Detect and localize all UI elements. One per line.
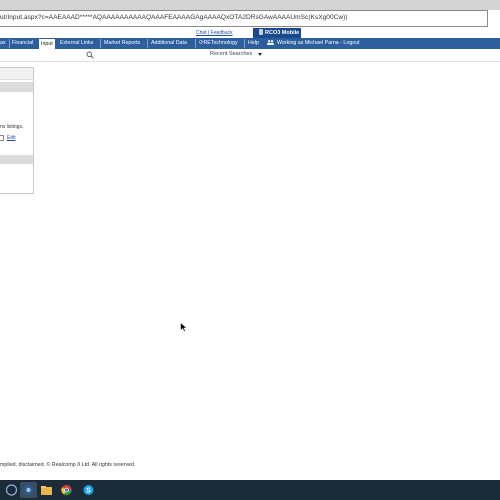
nav-retechnology-label: RETechnology [203, 40, 238, 46]
chrome-icon[interactable] [58, 482, 75, 498]
phone-icon [259, 29, 263, 35]
nav-divider [100, 39, 101, 48]
user-area[interactable]: Working as Michael Parna - Logout [267, 38, 360, 49]
nav-divider [195, 39, 196, 48]
nav-market-reports[interactable]: Market Reports [104, 38, 140, 49]
footer-copyright: mplied, disclaimed. © Realcomp II Ltd. A… [0, 462, 136, 468]
nav-input[interactable]: Input [38, 38, 56, 49]
skype-icon[interactable]: S [80, 482, 97, 498]
nav-help[interactable]: Help [248, 38, 259, 49]
chevron-down-icon[interactable] [258, 53, 262, 56]
nav-divider [147, 39, 148, 48]
edit-link[interactable]: Edit [7, 135, 16, 141]
left-panel-header [0, 68, 33, 80]
mouse-cursor-icon [180, 322, 188, 332]
nav-financial[interactable]: Financial [12, 38, 33, 49]
mobile-label: RCO3 Mobile [265, 30, 300, 36]
left-panel-section-bar [0, 155, 33, 164]
nav-external-links[interactable]: External Links [60, 38, 93, 49]
search-icon[interactable] [86, 51, 94, 59]
browser-top-strip [0, 0, 500, 10]
header-top [0, 27, 500, 38]
firefox-icon[interactable] [20, 482, 37, 498]
nav-retechnology[interactable]: ⟳RETechnology [199, 38, 238, 49]
address-bar[interactable]: ut/Input.aspx?c=AAEAAAD*****AQAAAAAAAAAA… [0, 10, 488, 27]
chat-feedback-link[interactable]: Chat | Feedback [196, 30, 233, 36]
left-panel-section-bar [0, 82, 33, 92]
nav-additional-data[interactable]: Additional Data [151, 38, 187, 49]
mobile-tab[interactable]: RCO3 Mobile [253, 28, 301, 38]
listings-text: ns listings. [0, 124, 24, 130]
nav-tax[interactable]: ax [0, 38, 6, 49]
user-label: Working as Michael Parna - Logout [277, 40, 360, 46]
taskbar [0, 480, 500, 500]
address-text: ut/Input.aspx?c=AAEAAAD*****AQAAAAAAAAAA… [0, 14, 348, 21]
nav-divider [244, 39, 245, 48]
svg-text:S: S [86, 488, 91, 495]
file-explorer-icon[interactable] [38, 482, 55, 498]
nav-divider [9, 39, 10, 48]
recent-searches-label[interactable]: Recent Searches [210, 51, 252, 57]
users-icon [267, 40, 274, 45]
start-button-icon[interactable] [3, 482, 20, 498]
checkbox[interactable] [0, 135, 4, 141]
